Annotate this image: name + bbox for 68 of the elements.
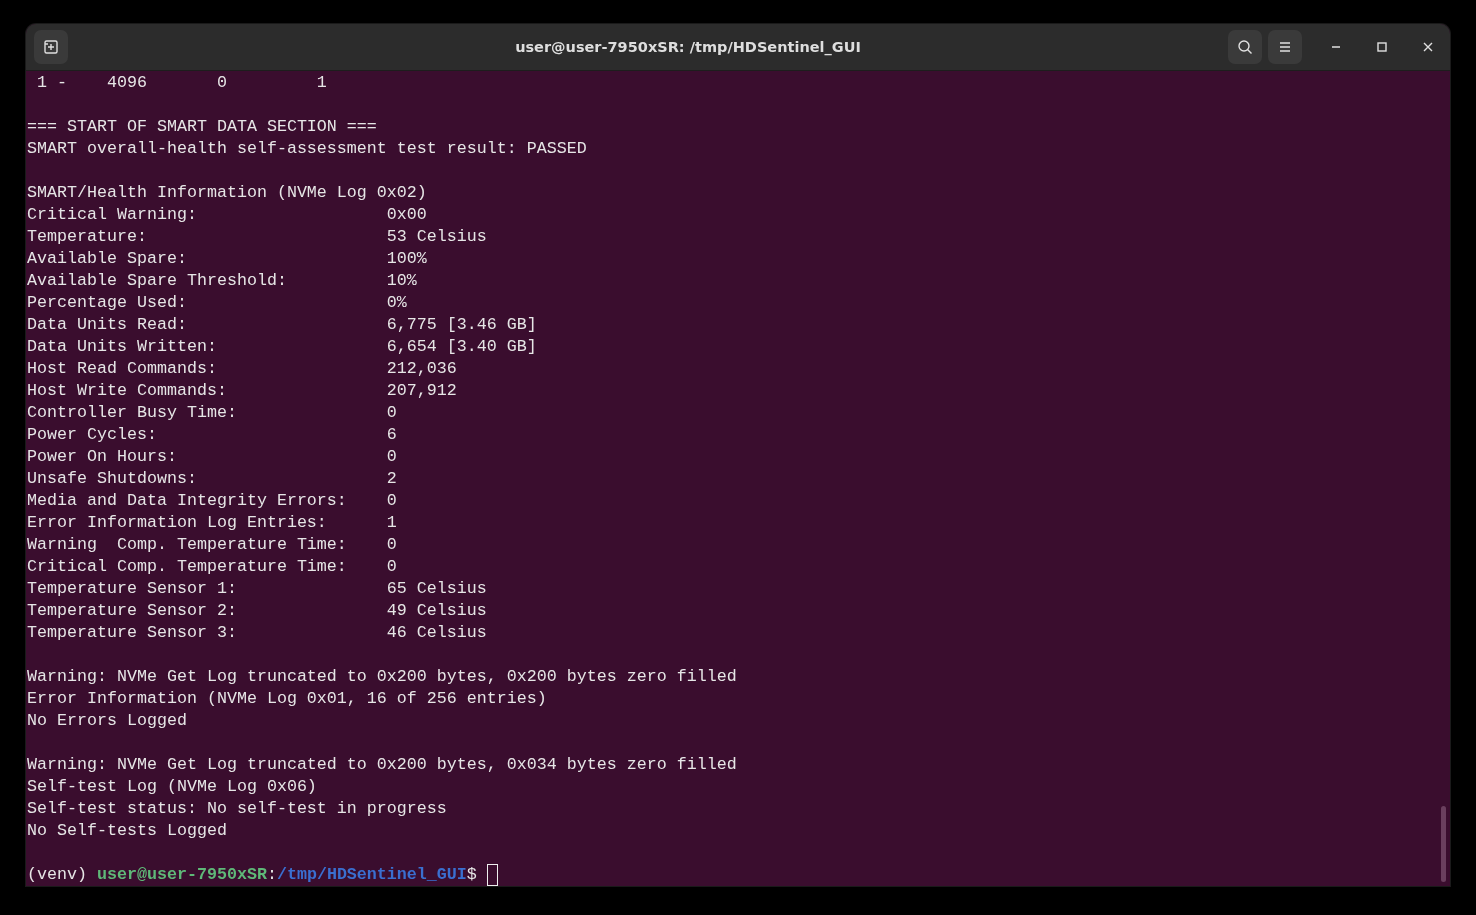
attribute-value: 0 — [386, 402, 397, 424]
attribute-label: Temperature Sensor 2: — [27, 600, 238, 622]
attribute-value: 0 — [386, 534, 397, 556]
attribute-label: Critical Warning: — [27, 204, 198, 226]
attribute-value: 10% — [386, 270, 417, 292]
venv-label: (venv) — [27, 864, 87, 886]
attribute-label: Power Cycles: — [27, 424, 158, 446]
attribute-value: 53 Celsius — [386, 226, 487, 248]
new-tab-button[interactable] — [34, 30, 68, 64]
attribute-label: Warning Comp. Temperature Time: — [27, 534, 348, 556]
attribute-label: Host Write Commands: — [27, 380, 228, 402]
search-button[interactable] — [1228, 30, 1262, 64]
attribute-label: Available Spare: — [27, 248, 188, 270]
output-line: === START OF SMART DATA SECTION === — [27, 116, 378, 138]
attribute-label: Percentage Used: — [27, 292, 188, 314]
attribute-value: 6,775 [3.46 GB] — [386, 314, 537, 336]
scrollbar-thumb[interactable] — [1441, 806, 1446, 882]
attribute-label: Media and Data Integrity Errors: — [27, 490, 348, 512]
output-line: No Errors Logged — [27, 710, 188, 732]
user-host: user@user-7950xSR — [97, 864, 267, 886]
output-line: Warning: NVMe Get Log truncated to 0x200 bytes, 0x034 bytes zero filled — [27, 754, 737, 776]
text-cursor — [486, 864, 498, 886]
attribute-value: 65 Celsius — [386, 578, 487, 600]
attribute-value: 6,654 [3.40 GB] — [386, 336, 537, 358]
attribute-label: Error Information Log Entries: — [27, 512, 328, 534]
attribute-label: Temperature Sensor 1: — [27, 578, 238, 600]
output-line: Self-test Log (NVMe Log 0x06) — [27, 776, 318, 798]
section-heading: SMART/Health Information (NVMe Log 0x02) — [27, 182, 428, 204]
attribute-value: 0 — [386, 446, 397, 468]
window-title: user@user-7950xSR: /tmp/HDSentinel_GUI — [514, 39, 862, 55]
attribute-value: 100% — [386, 248, 427, 270]
attribute-value: 0x00 — [386, 204, 427, 226]
output-line: Self-test status: No self-test in progress — [27, 798, 448, 820]
menu-icon — [1278, 41, 1292, 53]
working-directory: /tmp/HDSentinel_GUI — [276, 864, 467, 886]
attribute-value: 1 — [386, 512, 397, 534]
close-icon — [1423, 42, 1433, 52]
attribute-value: 212,036 — [386, 358, 457, 380]
attribute-value: 0% — [386, 292, 407, 314]
maximize-icon — [1377, 42, 1387, 52]
attribute-value: 0 — [386, 556, 397, 578]
attribute-label: Data Units Read: — [27, 314, 188, 336]
attribute-label: Unsafe Shutdowns: — [27, 468, 198, 490]
minimize-icon — [1331, 46, 1341, 48]
attribute-label: Power On Hours: — [27, 446, 178, 468]
output-line: No Self-tests Logged — [27, 820, 228, 842]
output-line: Error Information (NVMe Log 0x01, 16 of 256 entries) — [27, 688, 548, 710]
attribute-label: Critical Comp. Temperature Time: — [27, 556, 348, 578]
attribute-label: Available Spare Threshold: — [27, 270, 288, 292]
attribute-value: 207,912 — [386, 380, 457, 402]
prompt-separator: : — [266, 864, 277, 886]
menu-button[interactable] — [1268, 30, 1302, 64]
attribute-value: 2 — [386, 468, 397, 490]
output-line: Warning: NVMe Get Log truncated to 0x200 bytes, 0x200 bytes zero filled — [27, 666, 737, 688]
attribute-label: Controller Busy Time: — [27, 402, 238, 424]
output-line: 1 - 4096 0 1 — [36, 72, 328, 94]
attribute-label: Temperature: — [27, 226, 148, 248]
attribute-value: 46 Celsius — [386, 622, 487, 644]
attribute-value: 6 — [386, 424, 397, 446]
output-line: SMART overall-health self-assessment test result: PASSED — [27, 138, 588, 160]
attribute-value: 0 — [386, 490, 397, 512]
attribute-label: Host Read Commands: — [27, 358, 218, 380]
search-icon — [1237, 39, 1253, 55]
attribute-label: Temperature Sensor 3: — [27, 622, 238, 644]
new-tab-icon — [43, 39, 59, 55]
attribute-label: Data Units Written: — [27, 336, 218, 358]
attribute-value: 49 Celsius — [386, 600, 487, 622]
prompt-symbol: $ — [466, 864, 477, 886]
